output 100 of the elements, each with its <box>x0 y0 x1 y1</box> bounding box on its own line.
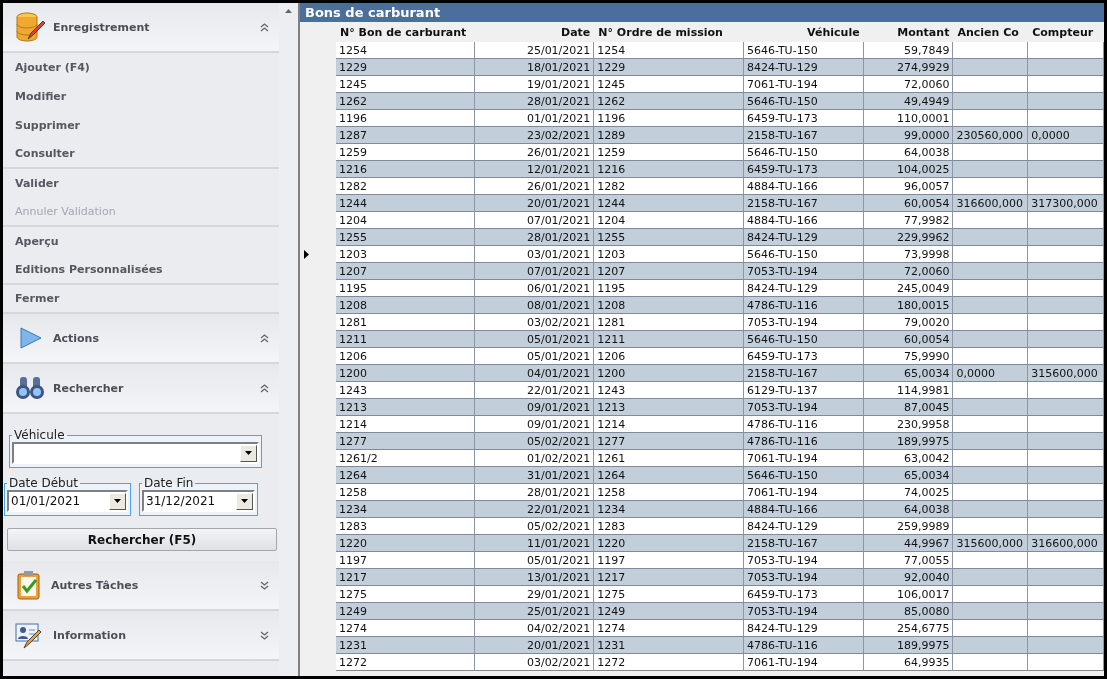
table-cell: 60,0054 <box>863 331 954 348</box>
scroll-up-icon[interactable] <box>285 9 292 13</box>
field-label: Date Début <box>8 476 80 490</box>
table-cell: 6459-TU-173 <box>743 586 864 603</box>
table-cell: 03/02/2021 <box>474 654 595 671</box>
table-cell: 8424-TU-129 <box>743 620 864 637</box>
column-header[interactable]: Ancien Co <box>953 25 1029 39</box>
table-cell: 44,9967 <box>863 535 954 552</box>
table-cell: 230560,000 <box>953 127 1029 144</box>
table-cell: 189,9975 <box>863 637 954 654</box>
column-header[interactable]: Montant <box>863 25 954 39</box>
table-cell: 01/01/2021 <box>474 110 595 127</box>
table-cell: 1283 <box>594 518 744 535</box>
table-cell: 1216 <box>594 161 744 178</box>
menu-item[interactable]: Modifier <box>3 82 279 111</box>
field-label: Véhicule <box>13 428 66 442</box>
search-button[interactable]: Rechercher (F5) <box>7 528 277 551</box>
table-cell: 1281 <box>336 314 475 331</box>
expand-chevron-icon[interactable] <box>260 630 269 640</box>
table-cell: 5646-TU-150 <box>743 42 864 59</box>
dropdown-button[interactable] <box>236 492 253 510</box>
vehicle-dropdown-field[interactable] <box>12 442 259 464</box>
expand-chevron-icon[interactable] <box>260 580 269 590</box>
date-dropdown-field[interactable]: 01/01/2021 <box>7 490 128 512</box>
table-cell: 8424-TU-129 <box>743 518 864 535</box>
table-cell: 74,0025 <box>863 484 954 501</box>
table-cell: 1254 <box>336 42 475 59</box>
column-header[interactable]: Date <box>474 25 595 39</box>
menu-item[interactable]: Aperçu <box>3 227 279 256</box>
table-cell: 1204 <box>336 212 475 229</box>
table-cell: 1200 <box>336 365 475 382</box>
table-cell: 1231 <box>594 637 744 654</box>
dropdown-button[interactable] <box>240 444 257 462</box>
table-cell: 26/01/2021 <box>474 178 595 195</box>
table-cell: 1258 <box>594 484 744 501</box>
table-cell: 1277 <box>594 433 744 450</box>
table-cell: 63,0042 <box>863 450 954 467</box>
table-cell: 22/01/2021 <box>474 501 595 518</box>
table-cell: 25/01/2021 <box>474 42 595 59</box>
table-cell: 64,9935 <box>863 654 954 671</box>
table-cell: 28/01/2021 <box>474 484 595 501</box>
table-cell: 1249 <box>336 603 475 620</box>
current-row-icon <box>304 250 309 259</box>
table-cell: 1274 <box>594 620 744 637</box>
dropdown-button[interactable] <box>109 492 126 510</box>
table-cell: 1195 <box>594 280 744 297</box>
table-cell: 1200 <box>594 365 744 382</box>
menu-item[interactable]: Supprimer <box>3 111 279 140</box>
section-header[interactable]: Autres Tâches <box>3 561 279 611</box>
table-cell: 4786-TU-116 <box>743 433 864 450</box>
table-cell: 1195 <box>336 280 475 297</box>
table-cell: 254,6775 <box>863 620 954 637</box>
table-cell: 7053-TU-194 <box>743 569 864 586</box>
table-cell: 72,0060 <box>863 76 954 93</box>
table-cell: 4786-TU-116 <box>743 416 864 433</box>
table-cell: 23/02/2021 <box>474 127 595 144</box>
table-cell: 7061-TU-194 <box>743 654 864 671</box>
table-cell: 1214 <box>336 416 475 433</box>
menu-item[interactable]: Valider <box>3 169 279 198</box>
collapse-chevron-icon[interactable] <box>260 383 269 393</box>
table-cell: 2158-TU-167 <box>743 195 864 212</box>
table-cell: 4884-TU-166 <box>743 501 864 518</box>
menu-item[interactable]: Ajouter (F4) <box>3 53 279 82</box>
column-header[interactable]: N° Ordre de mission <box>594 25 744 39</box>
section-header[interactable]: Enregistrement <box>3 3 279 53</box>
table-cell: 65,0034 <box>863 467 954 484</box>
table-cell: 7053-TU-194 <box>743 603 864 620</box>
table-cell: 1220 <box>336 535 475 552</box>
table-cell: 1245 <box>594 76 744 93</box>
table-cell: 59,7849 <box>863 42 954 59</box>
database-pencil-icon <box>15 11 45 43</box>
section-header[interactable]: Rechercher <box>3 364 279 414</box>
table-cell: 05/02/2021 <box>474 433 595 450</box>
table-cell: 5646-TU-150 <box>743 246 864 263</box>
table-cell: 7061-TU-194 <box>743 484 864 501</box>
table-cell: 25/01/2021 <box>474 603 595 620</box>
table-cell: 1287 <box>336 127 475 144</box>
column-header[interactable]: Compteur <box>1028 25 1104 39</box>
table-cell: 1207 <box>336 263 475 280</box>
table-cell: 1249 <box>594 603 744 620</box>
date-dropdown-field[interactable]: 31/12/2021 <box>142 490 255 512</box>
table-cell: 09/01/2021 <box>474 416 595 433</box>
table-cell: 4884-TU-166 <box>743 212 864 229</box>
column-header[interactable]: Véhicule <box>743 25 864 39</box>
section-header[interactable]: Actions <box>3 314 279 364</box>
column-header[interactable]: N° Bon de carburant <box>336 25 475 39</box>
table-cell: 04/02/2021 <box>474 620 595 637</box>
table-cell: 1272 <box>594 654 744 671</box>
collapse-chevron-icon[interactable] <box>260 22 269 32</box>
table-cell: 315600,000 <box>953 535 1029 552</box>
table-cell: 8424-TU-129 <box>743 59 864 76</box>
table-cell: 7053-TU-194 <box>743 552 864 569</box>
table-cell: 6459-TU-173 <box>743 110 864 127</box>
table-cell: 1259 <box>594 144 744 161</box>
table-cell: 1220 <box>594 535 744 552</box>
table-cell: 6459-TU-173 <box>743 161 864 178</box>
collapse-chevron-icon[interactable] <box>260 333 269 343</box>
table-cell: 1258 <box>336 484 475 501</box>
table-cell: 230,9958 <box>863 416 954 433</box>
section-header[interactable]: Information <box>3 611 279 661</box>
